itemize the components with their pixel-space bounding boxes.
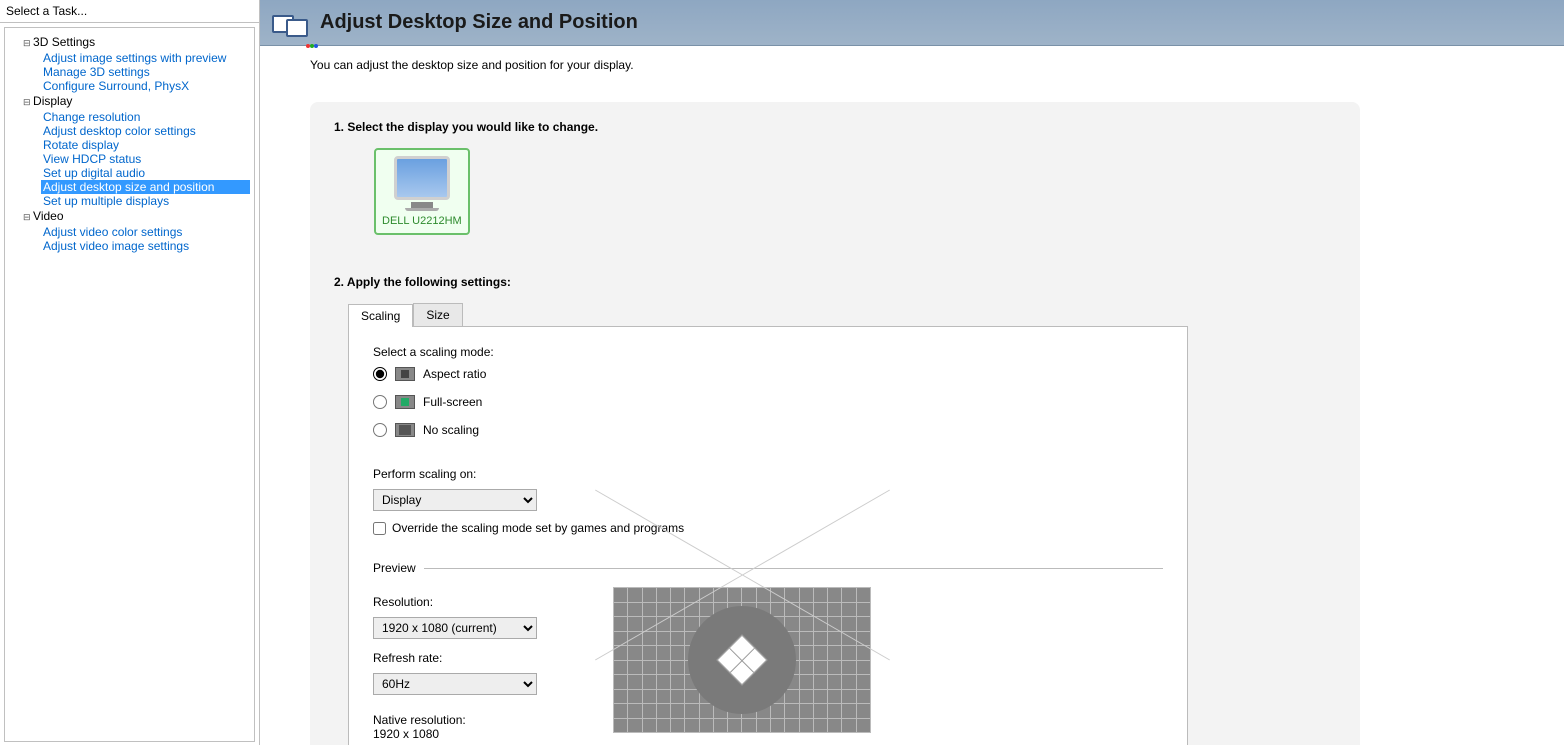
aspect-ratio-icon bbox=[395, 367, 415, 381]
radio-no-scaling[interactable]: No scaling bbox=[373, 423, 1163, 437]
tree-section-3d[interactable]: 3D Settings bbox=[23, 34, 250, 51]
step1-title: 1. Select the display you would like to … bbox=[334, 120, 1336, 134]
preview-label: Preview bbox=[373, 561, 416, 575]
override-checkbox[interactable] bbox=[373, 522, 386, 535]
refresh-label: Refresh rate: bbox=[373, 651, 553, 665]
full-screen-icon bbox=[395, 395, 415, 409]
tree-item-adjust-color[interactable]: Adjust desktop color settings bbox=[41, 124, 250, 138]
tree-item-configure-surround[interactable]: Configure Surround, PhysX bbox=[41, 79, 250, 93]
tree-item-multiple-displays[interactable]: Set up multiple displays bbox=[41, 194, 250, 208]
perform-scaling-label: Perform scaling on: bbox=[373, 467, 1163, 481]
sidebar: Select a Task... 3D Settings Adjust imag… bbox=[0, 0, 260, 745]
radio-full-screen[interactable]: Full-screen bbox=[373, 395, 1163, 409]
page-title: Adjust Desktop Size and Position bbox=[320, 11, 638, 34]
header-icon bbox=[272, 7, 308, 39]
settings-box: 1. Select the display you would like to … bbox=[310, 102, 1360, 745]
override-row[interactable]: Override the scaling mode set by games a… bbox=[373, 521, 1163, 535]
override-label: Override the scaling mode set by games a… bbox=[392, 521, 684, 535]
resolution-select[interactable]: 1920 x 1080 (current) bbox=[373, 617, 537, 639]
preview-image bbox=[613, 587, 871, 733]
intro-text: You can adjust the desktop size and posi… bbox=[310, 58, 1544, 72]
radio-full-screen-input[interactable] bbox=[373, 395, 387, 409]
tree-item-change-resolution[interactable]: Change resolution bbox=[41, 110, 250, 124]
tab-scaling[interactable]: Scaling bbox=[348, 304, 413, 327]
radio-aspect-ratio[interactable]: Aspect ratio bbox=[373, 367, 1163, 381]
preview-divider bbox=[424, 568, 1163, 569]
resolution-label: Resolution: bbox=[373, 595, 553, 609]
no-scaling-icon bbox=[395, 423, 415, 437]
tree-section-display[interactable]: Display bbox=[23, 93, 250, 110]
tree-item-adjust-image-preview[interactable]: Adjust image settings with preview bbox=[41, 51, 250, 65]
page-header: Adjust Desktop Size and Position bbox=[260, 0, 1564, 46]
tree-item-video-image[interactable]: Adjust video image settings bbox=[41, 239, 250, 253]
main-area: Adjust Desktop Size and Position You can… bbox=[260, 0, 1564, 745]
tree-section-video[interactable]: Video bbox=[23, 208, 250, 225]
display-label: DELL U2212HM bbox=[382, 215, 462, 227]
tree-item-rotate-display[interactable]: Rotate display bbox=[41, 138, 250, 152]
task-tree: 3D Settings Adjust image settings with p… bbox=[4, 27, 255, 742]
tab-size[interactable]: Size bbox=[413, 303, 462, 326]
tree-item-view-hdcp[interactable]: View HDCP status bbox=[41, 152, 250, 166]
tabs: Scaling Size bbox=[348, 303, 1336, 326]
tree-item-digital-audio[interactable]: Set up digital audio bbox=[41, 166, 250, 180]
scaling-mode-label: Select a scaling mode: bbox=[373, 345, 1163, 359]
content: You can adjust the desktop size and posi… bbox=[260, 46, 1564, 745]
perform-scaling-select[interactable]: Display bbox=[373, 489, 537, 511]
radio-aspect-ratio-label: Aspect ratio bbox=[423, 367, 486, 381]
radio-full-screen-label: Full-screen bbox=[423, 395, 482, 409]
refresh-select[interactable]: 60Hz bbox=[373, 673, 537, 695]
radio-aspect-ratio-input[interactable] bbox=[373, 367, 387, 381]
display-tile[interactable]: DELL U2212HM bbox=[374, 148, 470, 235]
step2-title: 2. Apply the following settings: bbox=[334, 275, 1336, 289]
radio-no-scaling-label: No scaling bbox=[423, 423, 479, 437]
native-resolution-label: Native resolution: bbox=[373, 713, 553, 727]
tree-item-manage-3d[interactable]: Manage 3D settings bbox=[41, 65, 250, 79]
tree-item-video-color[interactable]: Adjust video color settings bbox=[41, 225, 250, 239]
tree-item-adjust-size-position[interactable]: Adjust desktop size and position bbox=[41, 180, 250, 194]
radio-no-scaling-input[interactable] bbox=[373, 423, 387, 437]
native-resolution-value: 1920 x 1080 bbox=[373, 727, 553, 741]
monitor-icon bbox=[394, 156, 450, 200]
tab-panel-scaling: Select a scaling mode: Aspect ratio Full… bbox=[348, 326, 1188, 745]
sidebar-title: Select a Task... bbox=[0, 0, 259, 23]
